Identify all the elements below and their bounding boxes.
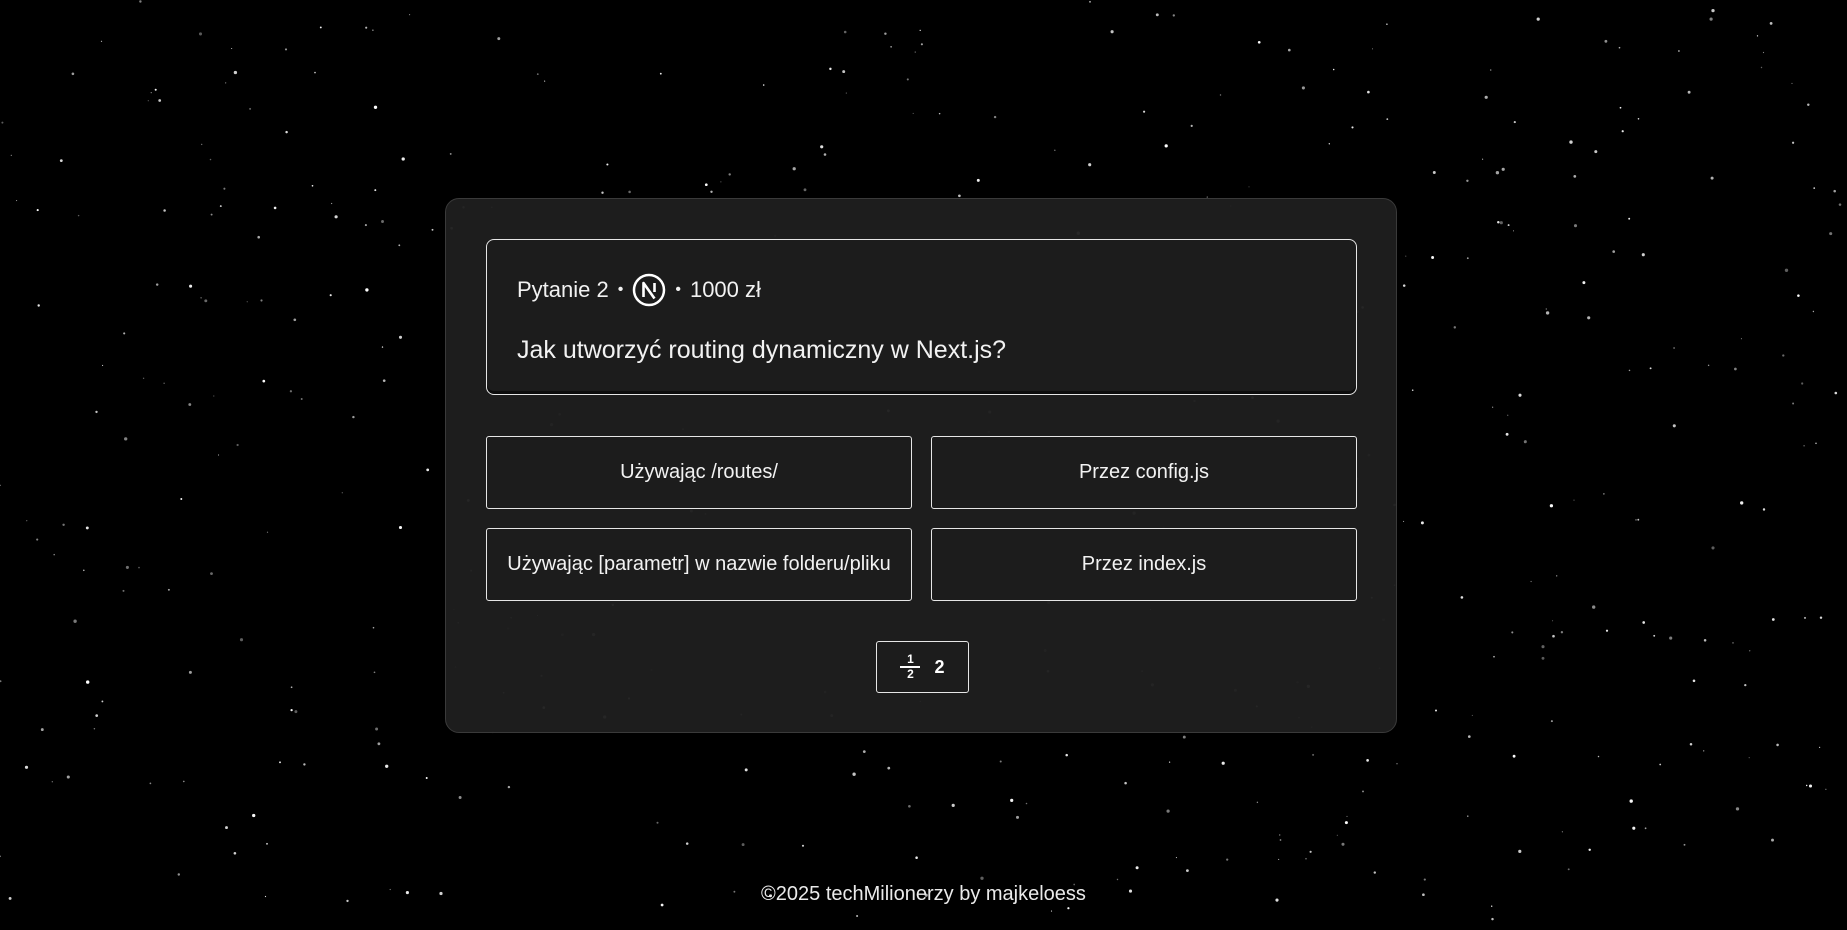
answer-button[interactable]: Używając /routes/	[486, 436, 912, 509]
prize-amount: 1000 zł	[689, 277, 761, 302]
answer-button[interactable]: Przez index.js	[931, 528, 1357, 601]
quiz-panel: Pytanie 2 • • 1000 zł Jak utworzyć routi…	[445, 198, 1397, 733]
answer-button[interactable]: Przez config.js	[931, 436, 1357, 509]
question-meta: Pytanie 2 • • 1000 zł	[517, 272, 761, 308]
nextjs-logo-icon	[632, 273, 666, 307]
fraction-denominator: 2	[907, 667, 914, 681]
question-card: Pytanie 2 • • 1000 zł Jak utworzyć routi…	[486, 239, 1357, 395]
separator-dot: •	[675, 281, 681, 298]
fifty-fifty-icon: 1 2	[900, 652, 921, 681]
question-text: Jak utworzyć routing dynamiczny w Next.j…	[517, 336, 1007, 364]
question-number: Pytanie 2	[517, 277, 609, 302]
answer-button[interactable]: Używając [parametr] w nazwie folderu/pli…	[486, 528, 912, 601]
fraction-numerator: 1	[907, 652, 914, 666]
fifty-fifty-lifeline-button[interactable]: 1 2 2	[876, 641, 969, 693]
separator-dot: •	[617, 281, 624, 298]
footer-copyright: ©2025 techMilionerzy by majkeloess	[761, 883, 1086, 905]
lifeline-count: 2	[934, 656, 945, 677]
